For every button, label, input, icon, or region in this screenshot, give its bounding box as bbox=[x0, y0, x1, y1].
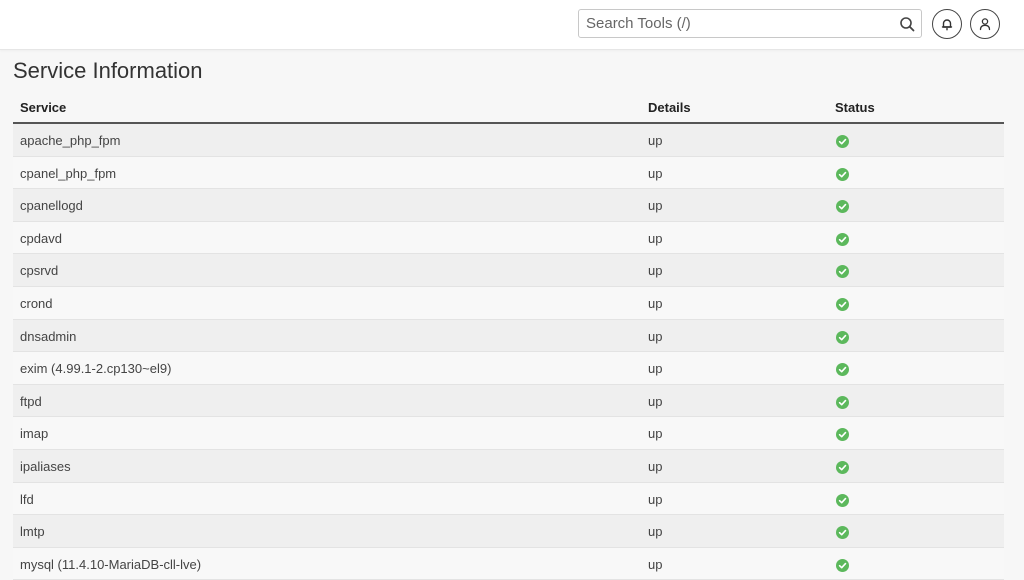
table-row: cpanellogd up bbox=[13, 189, 1004, 222]
service-name: ftpd bbox=[20, 393, 42, 409]
table-row: ipaliases up bbox=[13, 449, 1004, 483]
status-ok-icon bbox=[836, 265, 849, 279]
table-row: imap up bbox=[13, 417, 1004, 450]
status-ok-icon bbox=[836, 363, 849, 377]
status-ok-icon bbox=[836, 330, 849, 344]
service-name: lfd bbox=[20, 491, 34, 507]
status-ok-icon bbox=[836, 232, 849, 246]
service-name: crond bbox=[20, 295, 53, 311]
table-row: apache_php_fpm up bbox=[13, 124, 1004, 157]
status-ok-icon bbox=[836, 135, 849, 148]
service-name: exim (4.99.1-2.cp130~el9) bbox=[20, 361, 172, 377]
service-name: mysql (11.4.10-MariaDB-cll-lve) bbox=[20, 556, 202, 572]
table-row: lfd up bbox=[13, 482, 1004, 516]
column-header-status[interactable]: Status bbox=[835, 100, 875, 115]
status-ok-icon bbox=[836, 297, 849, 311]
table-row: lmtp up bbox=[13, 515, 1004, 548]
top-bar bbox=[0, 0, 1024, 50]
status-ok-icon bbox=[836, 460, 849, 474]
service-table: Service Details Status apache_php_fpm up c… bbox=[13, 92, 1004, 580]
service-details: up bbox=[648, 361, 663, 377]
service-details: up bbox=[648, 328, 663, 344]
table-body: apache_php_fpm up cpanel_php_fpm up cpanello… bbox=[13, 124, 1004, 580]
service-name: ipaliases bbox=[20, 458, 71, 474]
table-row: cpdavd up bbox=[13, 221, 1004, 255]
status-ok-icon bbox=[836, 167, 849, 181]
service-details: up bbox=[648, 393, 663, 409]
search-tools-input[interactable] bbox=[579, 10, 889, 37]
service-details: up bbox=[648, 165, 663, 181]
service-name: lmtp bbox=[20, 524, 45, 540]
service-name: dnsadmin bbox=[20, 328, 77, 344]
service-details: up bbox=[648, 230, 663, 246]
page-title: Service Information bbox=[13, 58, 203, 83]
status-ok-icon bbox=[836, 200, 849, 214]
service-details: up bbox=[648, 524, 663, 540]
table-row: cpanel_php_fpm up bbox=[13, 156, 1004, 190]
service-details: up bbox=[648, 556, 663, 572]
search-tools-box[interactable] bbox=[578, 9, 922, 38]
service-name: cpanellogd bbox=[20, 198, 83, 214]
service-details: up bbox=[648, 458, 663, 474]
service-details: up bbox=[648, 295, 663, 311]
status-ok-icon bbox=[836, 395, 849, 409]
table-row: mysql (11.4.10-MariaDB-cll-lve) up bbox=[13, 547, 1004, 580]
table-row: cpsrvd up bbox=[13, 254, 1004, 287]
bell-icon bbox=[941, 19, 953, 31]
notifications-button[interactable] bbox=[932, 9, 962, 39]
table-row: ftpd up bbox=[13, 384, 1004, 418]
search-icon[interactable] bbox=[899, 16, 915, 32]
table-row: dnsadmin up bbox=[13, 319, 1004, 353]
service-name: imap bbox=[20, 426, 49, 442]
service-name: cpdavd bbox=[20, 230, 62, 246]
user-icon bbox=[979, 18, 991, 31]
table-row: exim (4.99.1-2.cp130~el9) up bbox=[13, 352, 1004, 385]
service-name: cpsrvd bbox=[20, 263, 59, 279]
service-details: up bbox=[648, 198, 663, 214]
service-name: apache_php_fpm bbox=[20, 133, 121, 148]
column-header-details[interactable]: Details bbox=[648, 100, 691, 115]
service-details: up bbox=[648, 491, 663, 507]
service-details: up bbox=[648, 263, 663, 279]
service-details: up bbox=[648, 133, 663, 148]
table-row: crond up bbox=[13, 286, 1004, 320]
status-ok-icon bbox=[836, 493, 849, 507]
table-header: Service Details Status bbox=[13, 92, 1004, 124]
column-header-service[interactable]: Service bbox=[20, 100, 66, 115]
status-ok-icon bbox=[836, 428, 849, 442]
service-details: up bbox=[648, 426, 663, 442]
status-ok-icon bbox=[836, 526, 849, 540]
user-menu-button[interactable] bbox=[970, 9, 1000, 39]
service-name: cpanel_php_fpm bbox=[20, 165, 117, 181]
